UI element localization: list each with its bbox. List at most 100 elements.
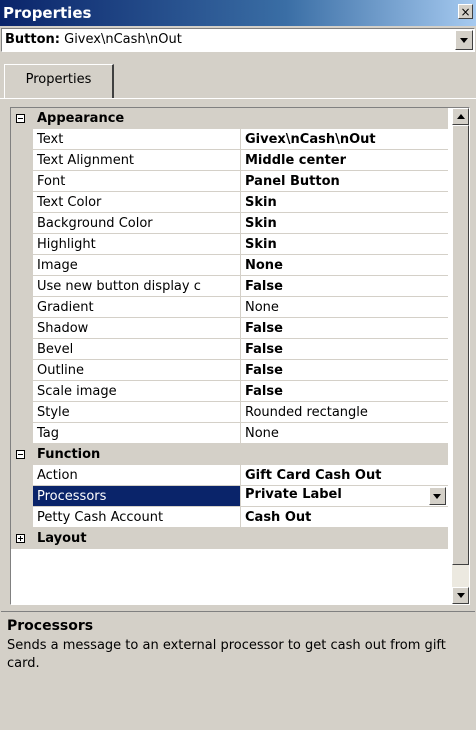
property-name[interactable]: Petty Cash Account [33,506,241,528]
property-row[interactable]: Image None [11,254,448,276]
collapse-icon[interactable] [16,449,25,459]
property-row[interactable]: Bevel False [11,338,448,360]
property-value[interactable]: Middle center [240,149,448,171]
row-gutter [11,485,33,507]
property-row[interactable]: Style Rounded rectangle [11,401,448,423]
property-value[interactable]: Skin [240,212,448,234]
property-name[interactable]: Font [33,170,241,192]
property-row[interactable]: Action Gift Card Cash Out [11,464,448,486]
property-row[interactable]: Highlight Skin [11,233,448,255]
expand-icon[interactable] [16,533,25,543]
row-gutter [11,128,33,150]
row-gutter [11,191,33,213]
property-value-text: Private Label [245,487,342,502]
property-name[interactable]: Highlight [33,233,241,255]
property-row[interactable]: Processors Private Label [11,485,448,507]
property-row[interactable]: Gradient None [11,296,448,318]
property-value[interactable]: False [240,338,448,360]
property-row[interactable]: Text Alignment Middle center [11,149,448,171]
category-row-layout[interactable]: Layout [11,527,448,549]
row-gutter [11,506,33,528]
property-name[interactable]: Shadow [33,317,241,339]
property-value-text: Skin [245,194,277,210]
tab-properties[interactable]: Properties [4,64,114,98]
object-selector[interactable]: Button: Givex\nCash\nOut [1,28,475,52]
property-row[interactable]: Petty Cash Account Cash Out [11,506,448,528]
arrow-down-icon [457,593,465,598]
property-name[interactable]: Text Color [33,191,241,213]
row-gutter [11,338,33,360]
object-selector-dropdown-button[interactable] [455,30,473,50]
row-gutter [11,233,33,255]
property-value[interactable]: False [240,380,448,402]
value-dropdown-button[interactable] [429,487,446,505]
property-value-text: None [245,257,283,273]
property-value-text: Cash Out [245,509,312,525]
scroll-thumb[interactable] [452,125,469,565]
property-name[interactable]: Action [33,464,241,486]
property-value[interactable]: None [240,422,448,444]
category-row-function[interactable]: Function [11,443,448,465]
scroll-down-button[interactable] [452,587,469,604]
property-value-text: Givex\nCash\nOut [245,131,376,147]
description-text: Sends a message to an external processor… [7,638,446,671]
property-value[interactable]: Skin [240,233,448,255]
property-value-text: Skin [245,215,277,231]
property-name[interactable]: Text [33,128,241,150]
property-row[interactable]: Text Givex\nCash\nOut [11,128,448,150]
property-row[interactable]: Shadow False [11,317,448,339]
property-name[interactable]: Text Alignment [33,149,241,171]
property-row[interactable]: Font Panel Button [11,170,448,192]
property-name[interactable]: Gradient [33,296,241,318]
property-value[interactable]: Gift Card Cash Out [240,464,448,486]
property-row[interactable]: Use new button display c False [11,275,448,297]
property-name[interactable]: Style [33,401,241,423]
category-label: Layout [33,527,448,549]
property-value-text: False [245,362,283,378]
row-gutter [11,359,33,381]
property-value[interactable]: False [240,275,448,297]
property-name[interactable]: Processors [33,485,241,507]
row-gutter [11,317,33,339]
property-name[interactable]: Scale image [33,380,241,402]
row-gutter [11,296,33,318]
property-name[interactable]: Use new button display c [33,275,241,297]
property-value-text: Rounded rectangle [245,404,368,420]
category-label: Appearance [33,108,448,129]
object-type-label: Button: [5,32,60,47]
category-gutter [11,443,33,465]
property-value-text: Gift Card Cash Out [245,467,382,483]
property-value[interactable]: False [240,359,448,381]
property-table: Appearance Text Givex\nCash\nOut Text Align… [11,108,448,549]
property-row[interactable]: Tag None [11,422,448,444]
property-row[interactable]: Text Color Skin [11,191,448,213]
title-bar[interactable]: Properties × [0,0,476,26]
property-name[interactable]: Image [33,254,241,276]
property-name[interactable]: Outline [33,359,241,381]
property-value[interactable]: None [240,296,448,318]
chevron-down-icon [433,494,441,499]
property-row[interactable]: Scale image False [11,380,448,402]
property-value[interactable]: Skin [240,191,448,213]
property-value[interactable]: Givex\nCash\nOut [240,128,448,150]
row-gutter [11,275,33,297]
collapse-icon[interactable] [16,113,25,123]
property-value[interactable]: False [240,317,448,339]
vertical-scrollbar[interactable] [452,108,469,604]
property-name[interactable]: Bevel [33,338,241,360]
property-value[interactable]: Rounded rectangle [240,401,448,423]
property-name[interactable]: Tag [33,422,241,444]
row-gutter [11,401,33,423]
property-name[interactable]: Background Color [33,212,241,234]
close-icon[interactable]: × [458,4,473,19]
property-grid: Appearance Text Givex\nCash\nOut Text Align… [10,107,470,605]
property-row[interactable]: Outline False [11,359,448,381]
property-value[interactable]: Cash Out [240,506,448,528]
property-value[interactable]: None [240,254,448,276]
property-value[interactable]: Private Label [240,485,448,507]
scroll-up-button[interactable] [452,108,469,125]
property-value[interactable]: Panel Button [240,170,448,192]
property-value-text: False [245,341,283,357]
property-row[interactable]: Background Color Skin [11,212,448,234]
category-row-appearance[interactable]: Appearance [11,108,448,129]
